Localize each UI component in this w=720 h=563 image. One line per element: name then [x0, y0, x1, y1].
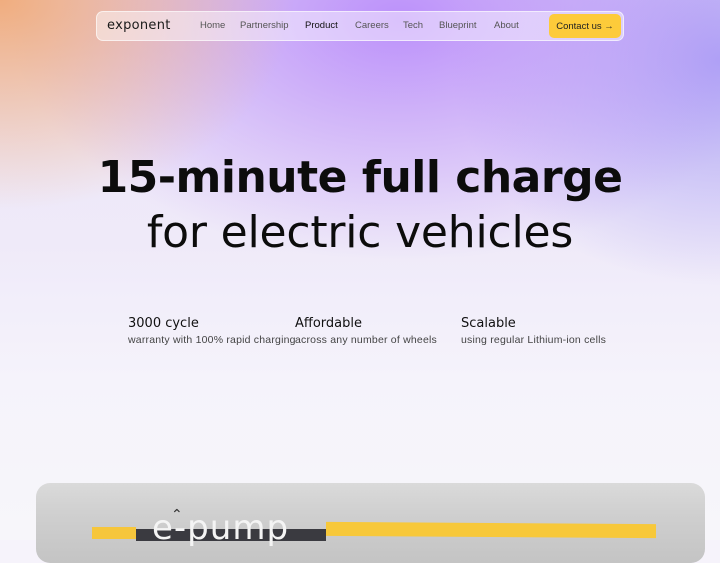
feature-cycle: 3000 cycle warranty with 100% rapid char… [128, 316, 298, 347]
nav-link-home[interactable]: Home [200, 20, 225, 31]
yellow-stripe-left [92, 527, 136, 539]
nav-link-tech[interactable]: Tech [403, 20, 423, 31]
contact-us-button[interactable]: Contact us → [549, 14, 621, 38]
nav-link-product[interactable]: Product [305, 20, 338, 31]
feature-title: 3000 cycle [128, 316, 199, 331]
hero-gradient-background [0, 0, 720, 540]
nav-link-about[interactable]: About [494, 20, 519, 31]
nav-links: Home Partnership Product Careers Tech Bl… [97, 12, 623, 40]
hero-headline: 15-minute full charge [97, 152, 623, 203]
feature-title: Scalable [461, 316, 516, 331]
top-navbar: exponent Home Partnership Product Career… [96, 11, 624, 41]
product-image: ⌃ e-pump [36, 483, 705, 563]
feature-description: warranty with 100% rapid charging [128, 334, 296, 346]
feature-description: across any number of wheels [295, 334, 437, 346]
feature-title: Affordable [295, 316, 362, 331]
feature-description: using regular Lithium-ion cells [461, 334, 607, 346]
hero-subheadline: for electric vehicles [146, 207, 574, 258]
nav-link-blueprint[interactable]: Blueprint [439, 20, 477, 31]
feature-scalable: Scalable using regular Lithium-ion cells [461, 316, 631, 347]
nav-link-partnership[interactable]: Partnership [240, 20, 289, 31]
yellow-stripe-right [326, 521, 656, 539]
feature-affordable: Affordable across any number of wheels [295, 316, 465, 347]
nav-link-careers[interactable]: Careers [355, 20, 389, 31]
